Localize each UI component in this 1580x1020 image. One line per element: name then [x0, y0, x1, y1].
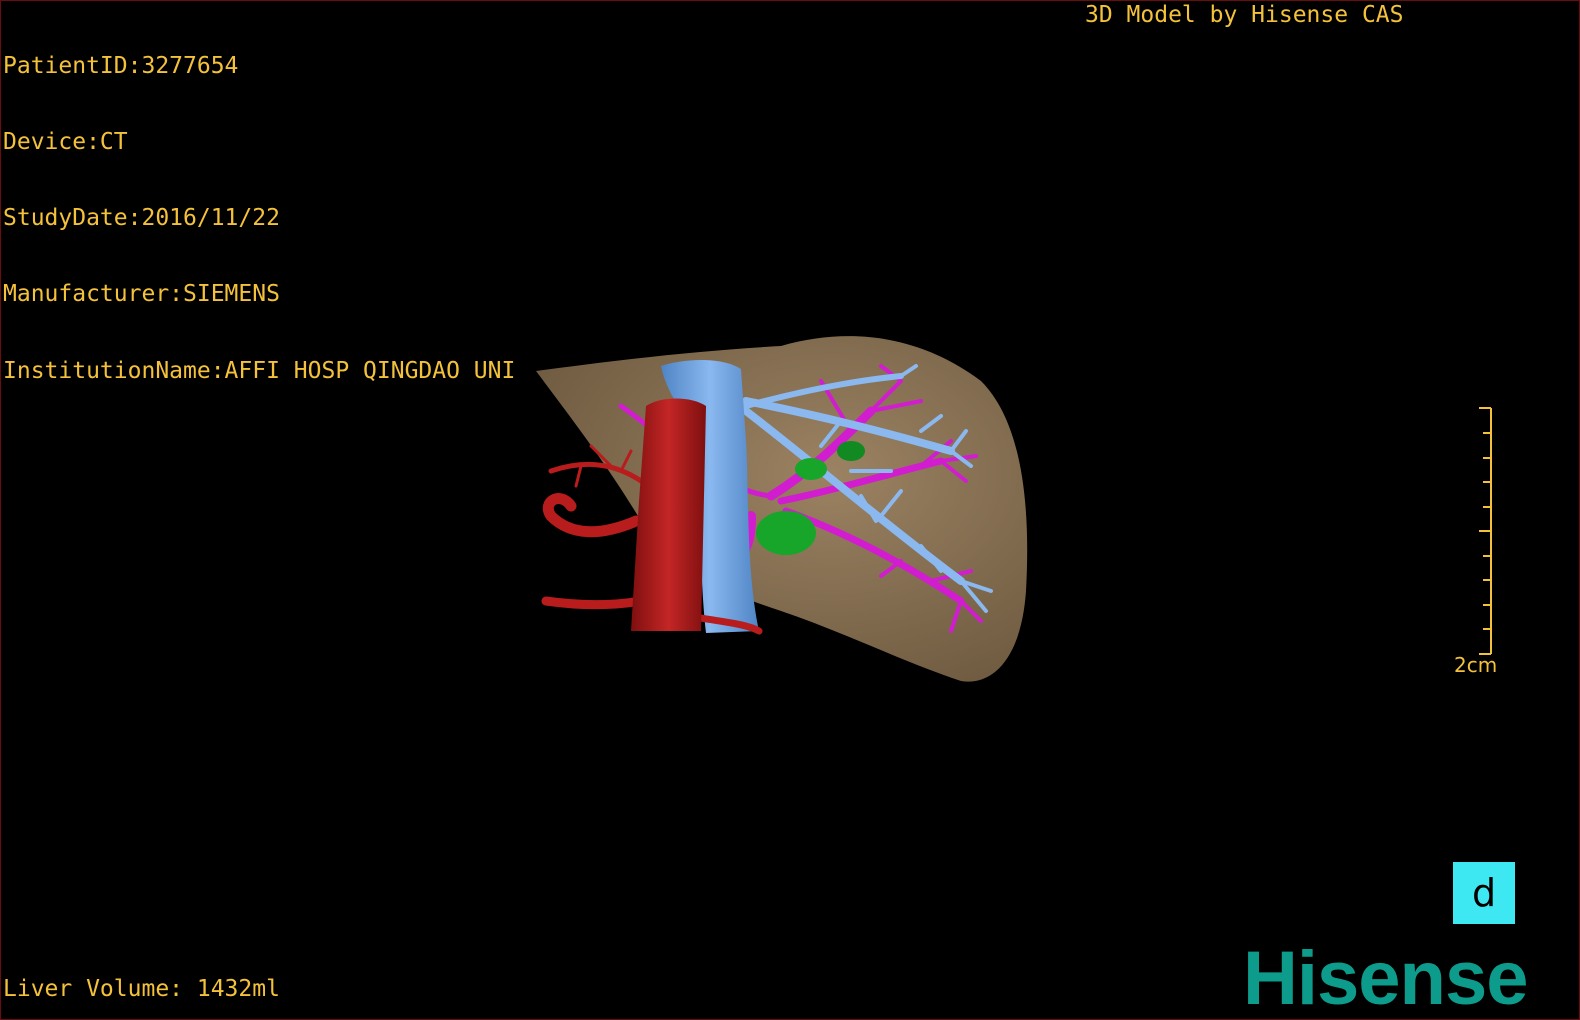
lesion-3 [837, 441, 865, 461]
study-date-text: StudyDate:2016/11/22 [3, 205, 280, 232]
scale-label: 2cm [1454, 653, 1498, 677]
liver-3d-model[interactable] [521, 321, 1041, 701]
manufacturer-text: Manufacturer:SIEMENS [3, 281, 280, 308]
3d-viewport[interactable]: PatientID:3277654 Device:CT StudyDate:20… [0, 0, 1580, 1020]
device-text: Device:CT [3, 129, 128, 156]
lesion-2 [795, 458, 827, 480]
dicom-info-overlay: PatientID:3277654 Device:CT StudyDate:20… [3, 3, 515, 435]
lesion-1 [756, 511, 816, 555]
liver-surface [536, 336, 1028, 682]
scale-bar [1479, 407, 1492, 655]
orientation-label: d [1471, 871, 1497, 915]
hisense-logo: Hisense [1243, 936, 1528, 1020]
institution-text: InstitutionName:AFFI HOSP QINGDAO UNI [3, 357, 516, 384]
orientation-indicator[interactable]: d [1453, 862, 1515, 924]
patient-id-text: PatientID:3277654 [3, 52, 239, 79]
viewer-title: 3D Model by Hisense CAS [1085, 2, 1404, 28]
liver-volume-text: Liver Volume: 1432ml [3, 976, 280, 1002]
